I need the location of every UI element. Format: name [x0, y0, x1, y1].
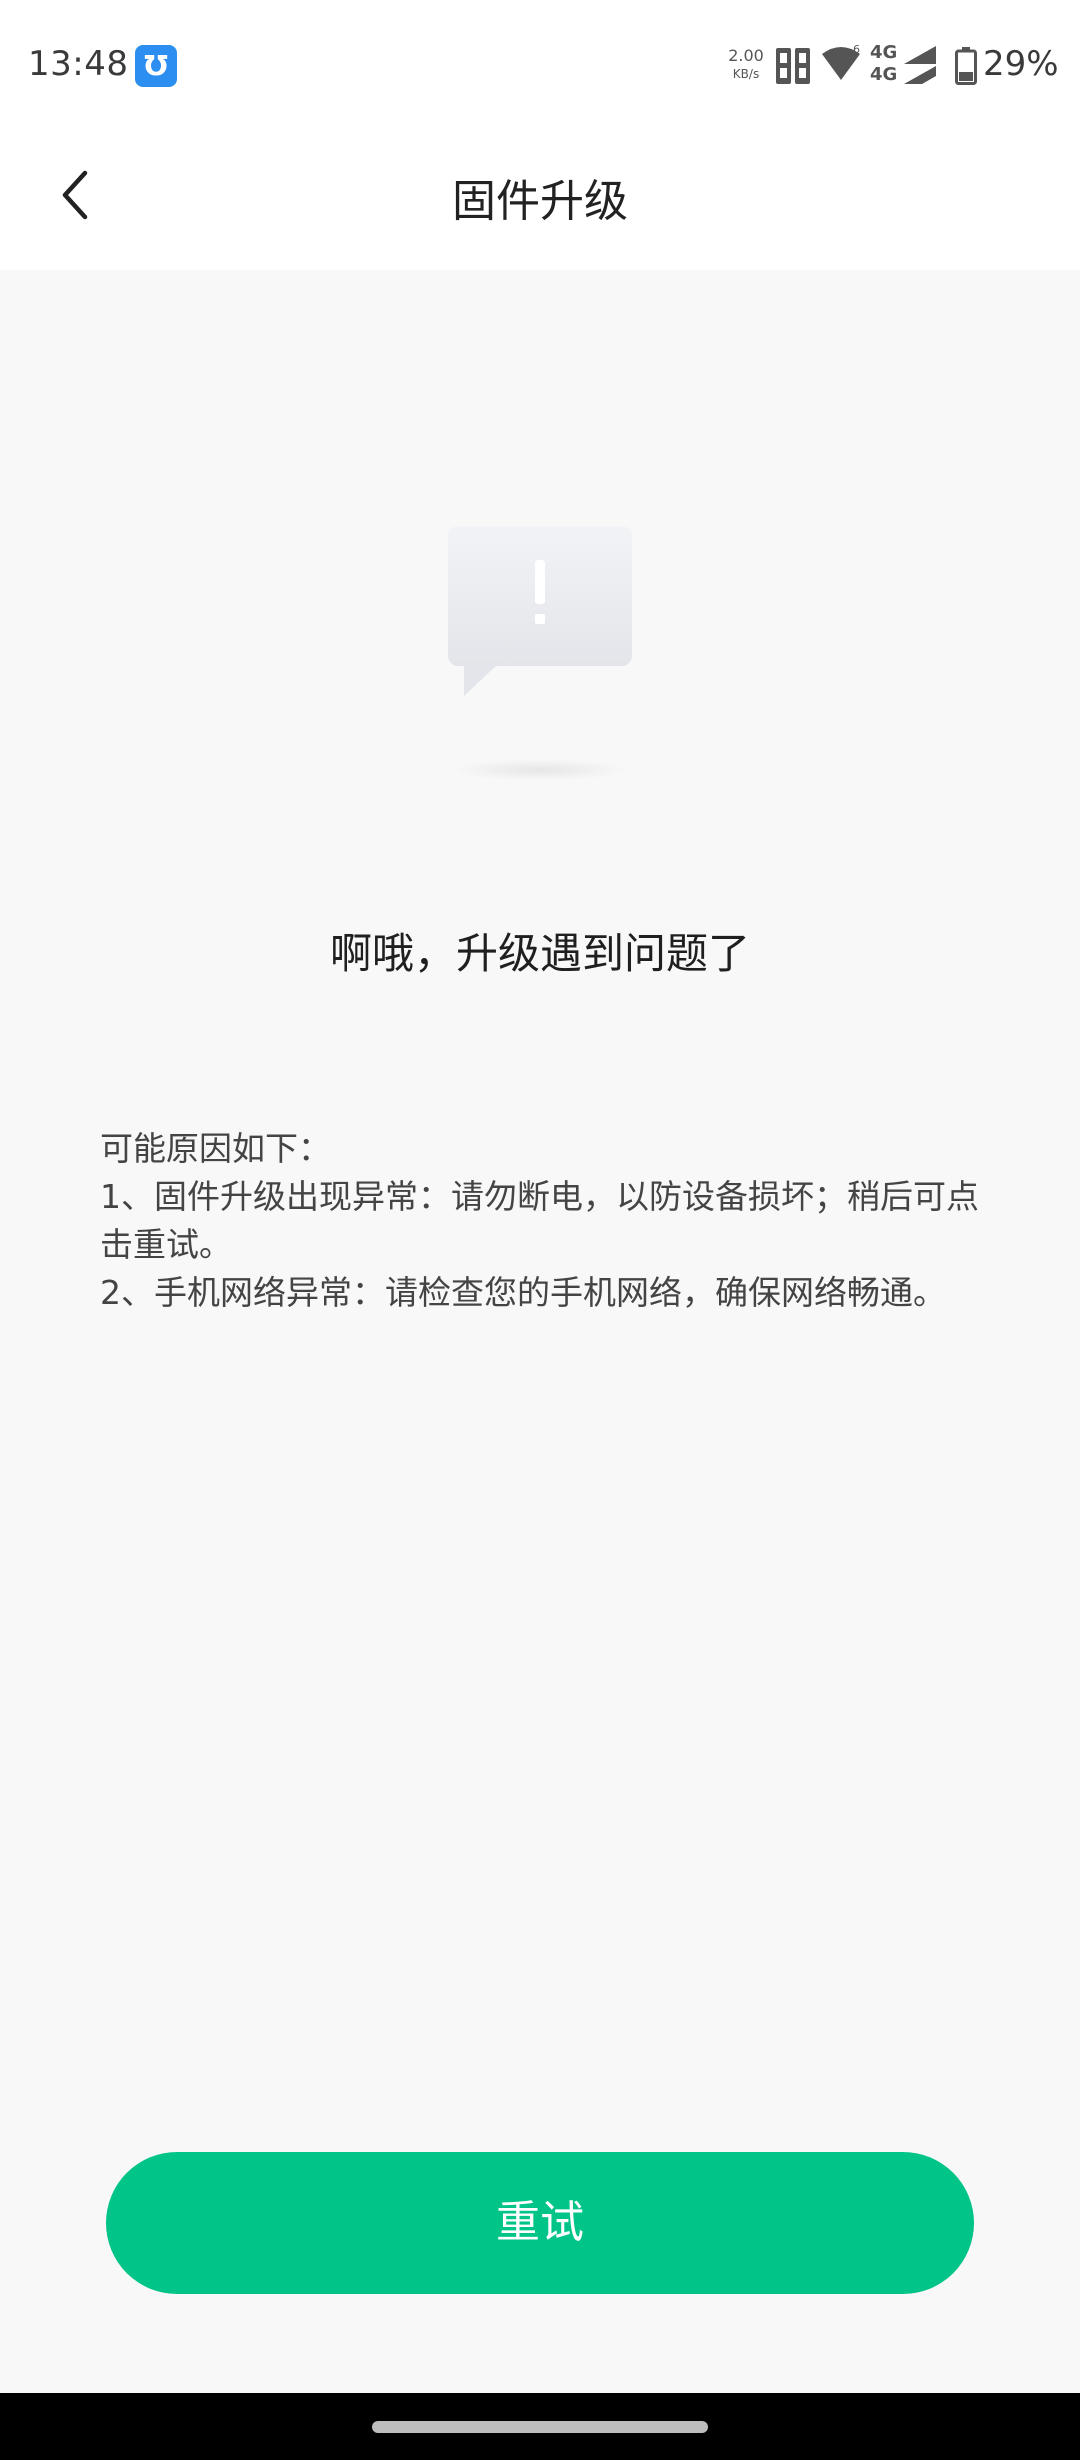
possible-reasons: 可能原因如下： 1、固件升级出现异常：请勿断电，以防设备损坏；稍后可点击重试。 …: [100, 1125, 980, 1317]
home-indicator[interactable]: [372, 2421, 708, 2433]
network-speed-unit: KB/s: [732, 67, 760, 81]
page-title: 固件升级: [452, 176, 628, 227]
status-bar: 13:48 Ʊ 2.00 KB/s 6 4G 4G 29%: [0, 0, 1080, 130]
app-notification-icon: Ʊ: [135, 45, 177, 87]
signal-icon: [904, 46, 936, 84]
alert-bubble-icon: [448, 526, 632, 781]
navigation-bar: [0, 2393, 1080, 2460]
battery-icon: [955, 47, 977, 85]
reason-item: 1、固件升级出现异常：请勿断电，以防设备损坏；稍后可点击重试。: [100, 1177, 979, 1264]
reason-item: 2、手机网络异常：请检查您的手机网络，确保网络畅通。: [100, 1273, 946, 1312]
network-speed: 2.00 KB/s: [726, 46, 766, 81]
error-heading: 啊哦，升级遇到问题了: [329, 929, 750, 978]
svg-text:6: 6: [853, 44, 860, 56]
network-speed-value: 2.00: [728, 46, 764, 65]
sim-card-icon: [776, 48, 810, 84]
wifi-icon: 6: [822, 44, 860, 80]
retry-button[interactable]: 重试: [106, 2152, 974, 2294]
status-time: 13:48: [28, 44, 129, 84]
reasons-intro: 可能原因如下：: [100, 1129, 331, 1168]
battery-percentage: 29%: [983, 44, 1059, 84]
firmware-upgrade-error-screen: 13:48 Ʊ 2.00 KB/s 6 4G 4G 29% 固件升级 啊哦，升级…: [0, 0, 1080, 2460]
